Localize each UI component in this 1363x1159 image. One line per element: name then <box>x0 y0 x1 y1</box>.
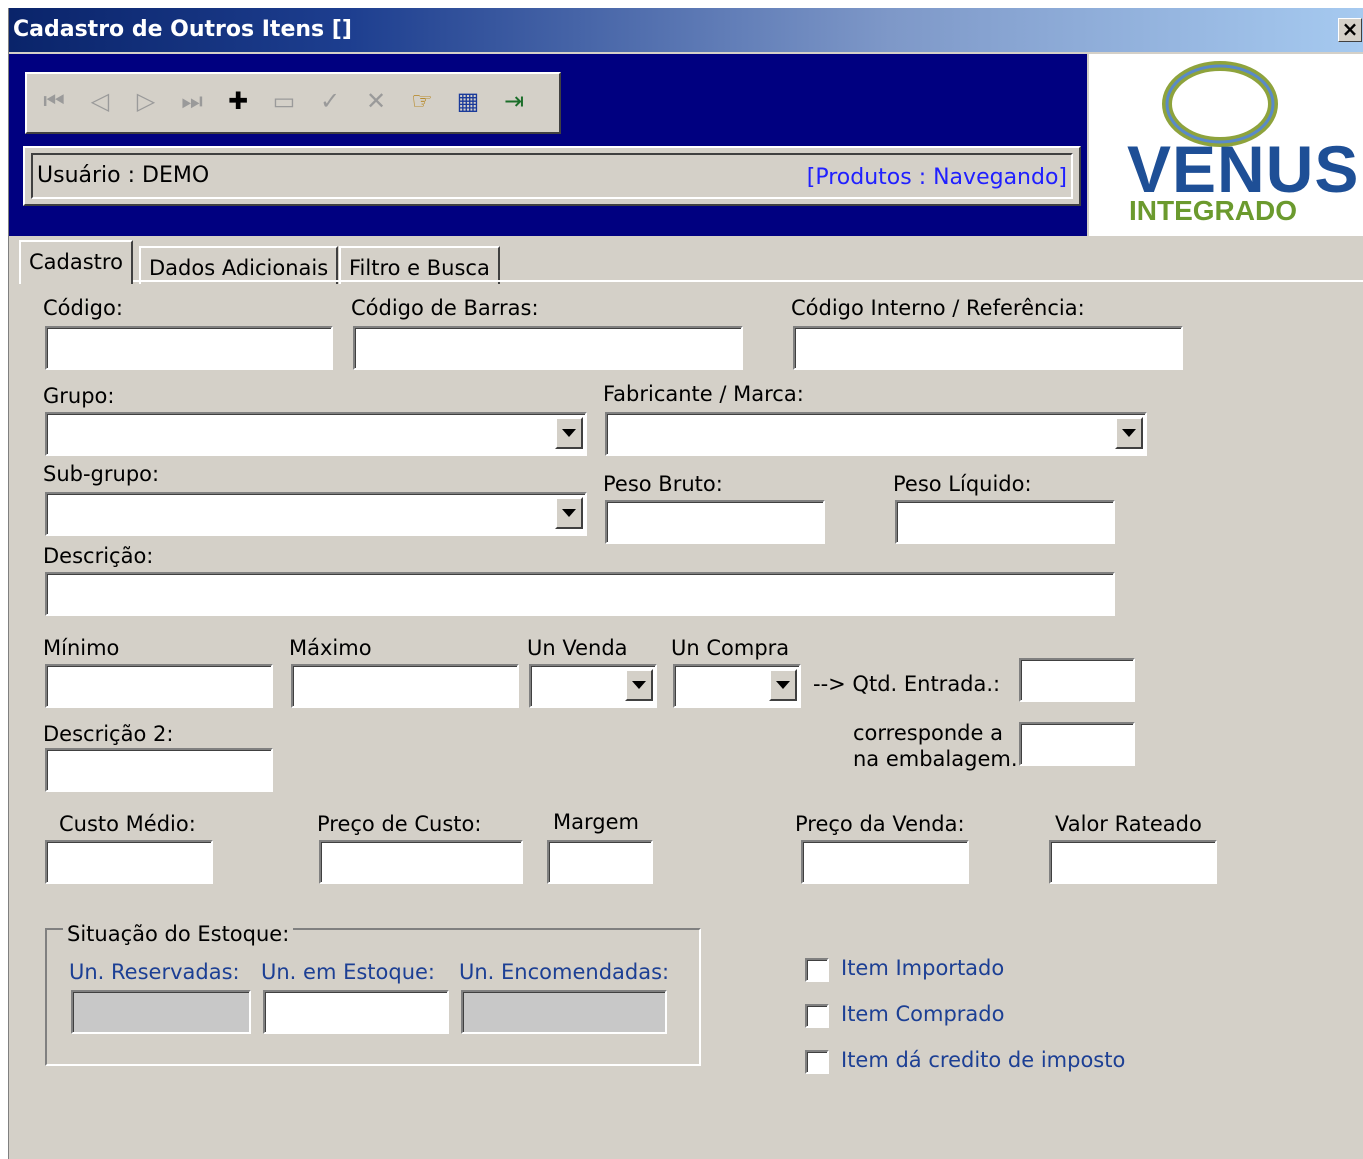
valor-rateado-input[interactable] <box>1049 840 1217 884</box>
codigo-barras-label: Código de Barras: <box>351 296 539 320</box>
em-estoque-input[interactable] <box>263 990 449 1034</box>
subgrupo-label: Sub-grupo: <box>43 462 160 486</box>
preco-venda-input[interactable] <box>801 840 969 884</box>
add-record-button[interactable]: ✚ <box>223 86 253 116</box>
maximo-label: Máximo <box>289 636 372 660</box>
confirm-button[interactable]: ✓ <box>315 86 345 116</box>
peso-bruto-label: Peso Bruto: <box>603 472 723 496</box>
fabricante-select[interactable] <box>605 412 1147 456</box>
navigation-toolbar: ⏮ ◁ ▷ ⏭ ✚ ▭ ✓ ✕ ☞ ▦ ⇥ <box>25 72 561 134</box>
corresponde-label-line2: na embalagem. <box>853 747 1018 771</box>
previous-record-icon: ◁ <box>90 87 110 115</box>
item-importado-checkbox[interactable] <box>805 958 829 982</box>
previous-record-button[interactable]: ◁ <box>85 86 115 116</box>
un-venda-label: Un Venda <box>527 636 628 660</box>
peso-liquido-label: Peso Líquido: <box>893 472 1032 496</box>
logo-text-venus: VENUS <box>1127 132 1360 206</box>
em-estoque-label: Un. em Estoque: <box>261 960 436 984</box>
last-record-icon: ⏭ <box>181 87 203 115</box>
status-panel: Usuário : DEMO [Produtos : Navegando] <box>23 146 1081 206</box>
qtd-entrada-label: --> Qtd. Entrada.: <box>813 672 1001 696</box>
item-comprado-checkbox[interactable] <box>805 1004 829 1028</box>
item-credito-imposto-label: Item dá credito de imposto <box>841 1048 1126 1072</box>
codigo-barras-input[interactable] <box>353 326 743 370</box>
chevron-down-icon[interactable] <box>555 497 583 529</box>
next-record-button[interactable]: ▷ <box>131 86 161 116</box>
grupo-label: Grupo: <box>43 384 115 408</box>
stock-status-title: Situação do Estoque: <box>63 922 294 946</box>
window-title: Cadastro de Outros Itens [] <box>13 17 352 42</box>
fabricante-label: Fabricante / Marca: <box>603 382 804 406</box>
un-venda-select[interactable] <box>529 664 657 708</box>
chevron-down-icon[interactable] <box>555 417 583 449</box>
exit-button[interactable]: ⇥ <box>499 86 529 116</box>
chevron-down-icon[interactable] <box>769 669 797 701</box>
next-record-icon: ▷ <box>136 87 156 115</box>
minimo-label: Mínimo <box>43 636 120 660</box>
venus-logo: VENUS INTEGRADO <box>1089 54 1363 236</box>
item-importado-label: Item Importado <box>841 956 1005 980</box>
cancel-button[interactable]: ✕ <box>361 86 391 116</box>
delete-record-button[interactable]: ▭ <box>269 86 299 116</box>
user-label: Usuário : DEMO <box>37 163 210 188</box>
preco-custo-label: Preço de Custo: <box>317 812 482 836</box>
descricao-input[interactable] <box>45 572 1115 616</box>
add-record-icon: ✚ <box>227 87 249 115</box>
pointing-hand-icon: ☞ <box>411 87 433 115</box>
encomendadas-input <box>461 990 667 1034</box>
calendar-button[interactable]: ▦ <box>453 86 483 116</box>
exit-door-icon: ⇥ <box>503 87 525 115</box>
header-panel: ⏮ ◁ ▷ ⏭ ✚ ▭ ✓ ✕ ☞ ▦ ⇥ Usuário : DEMO [Pr… <box>9 54 1087 236</box>
product-registration-window: Cadastro de Outros Itens [] × ⏮ ◁ ▷ ⏭ ✚ … <box>8 8 1363 1159</box>
margem-label: Margem <box>553 810 639 834</box>
last-record-button[interactable]: ⏭ <box>177 86 207 116</box>
first-record-button[interactable]: ⏮ <box>39 86 69 116</box>
qtd-entrada-input[interactable] <box>1019 658 1135 702</box>
first-record-icon: ⏮ <box>43 87 65 115</box>
codigo-label: Código: <box>43 296 123 320</box>
chevron-down-icon[interactable] <box>625 669 653 701</box>
minimo-input[interactable] <box>45 664 273 708</box>
tab-filtro-busca[interactable]: Filtro e Busca <box>339 246 500 284</box>
encomendadas-label: Un. Encomendadas: <box>459 960 670 984</box>
maximo-input[interactable] <box>291 664 519 708</box>
cancel-icon: ✕ <box>365 87 387 115</box>
embalagem-input[interactable] <box>1019 722 1135 766</box>
custo-medio-label: Custo Médio: <box>59 812 196 836</box>
mode-label: [Produtos : Navegando] <box>806 165 1067 190</box>
item-credito-imposto-checkbox[interactable] <box>805 1050 829 1074</box>
un-compra-select[interactable] <box>673 664 801 708</box>
margem-input[interactable] <box>547 840 653 884</box>
tab-cadastro[interactable]: Cadastro <box>19 240 133 284</box>
grupo-select[interactable] <box>45 412 587 456</box>
title-bar[interactable]: Cadastro de Outros Itens [] × <box>9 8 1363 52</box>
confirm-icon: ✓ <box>319 87 341 115</box>
reservadas-input <box>71 990 251 1034</box>
corresponde-label: corresponde a na embalagem. <box>853 720 1018 772</box>
item-comprado-label: Item Comprado <box>841 1002 1005 1026</box>
un-compra-label: Un Compra <box>671 636 790 660</box>
logo-text-integrado: INTEGRADO <box>1129 195 1297 226</box>
delete-record-icon: ▭ <box>272 87 296 115</box>
codigo-interno-input[interactable] <box>793 326 1183 370</box>
tab-dados-adicionais[interactable]: Dados Adicionais <box>139 246 339 284</box>
edit-record-button[interactable]: ☞ <box>407 86 437 116</box>
corresponde-label-line1: corresponde a <box>853 721 1003 745</box>
peso-liquido-input[interactable] <box>895 500 1115 544</box>
chevron-down-icon[interactable] <box>1115 417 1143 449</box>
peso-bruto-input[interactable] <box>605 500 825 544</box>
preco-venda-label: Preço da Venda: <box>795 812 965 836</box>
subgrupo-select[interactable] <box>45 492 587 536</box>
reservadas-label: Un. Reservadas: <box>69 960 240 984</box>
close-button[interactable]: × <box>1338 18 1362 42</box>
descricao2-input[interactable] <box>45 748 273 792</box>
descricao2-label: Descrição 2: <box>43 722 174 746</box>
custo-medio-input[interactable] <box>45 840 213 884</box>
calendar-icon: ▦ <box>456 87 480 115</box>
valor-rateado-label: Valor Rateado <box>1055 812 1202 836</box>
codigo-interno-label: Código Interno / Referência: <box>791 296 1085 320</box>
codigo-input[interactable] <box>45 326 333 370</box>
preco-custo-input[interactable] <box>319 840 523 884</box>
descricao-label: Descrição: <box>43 544 154 568</box>
